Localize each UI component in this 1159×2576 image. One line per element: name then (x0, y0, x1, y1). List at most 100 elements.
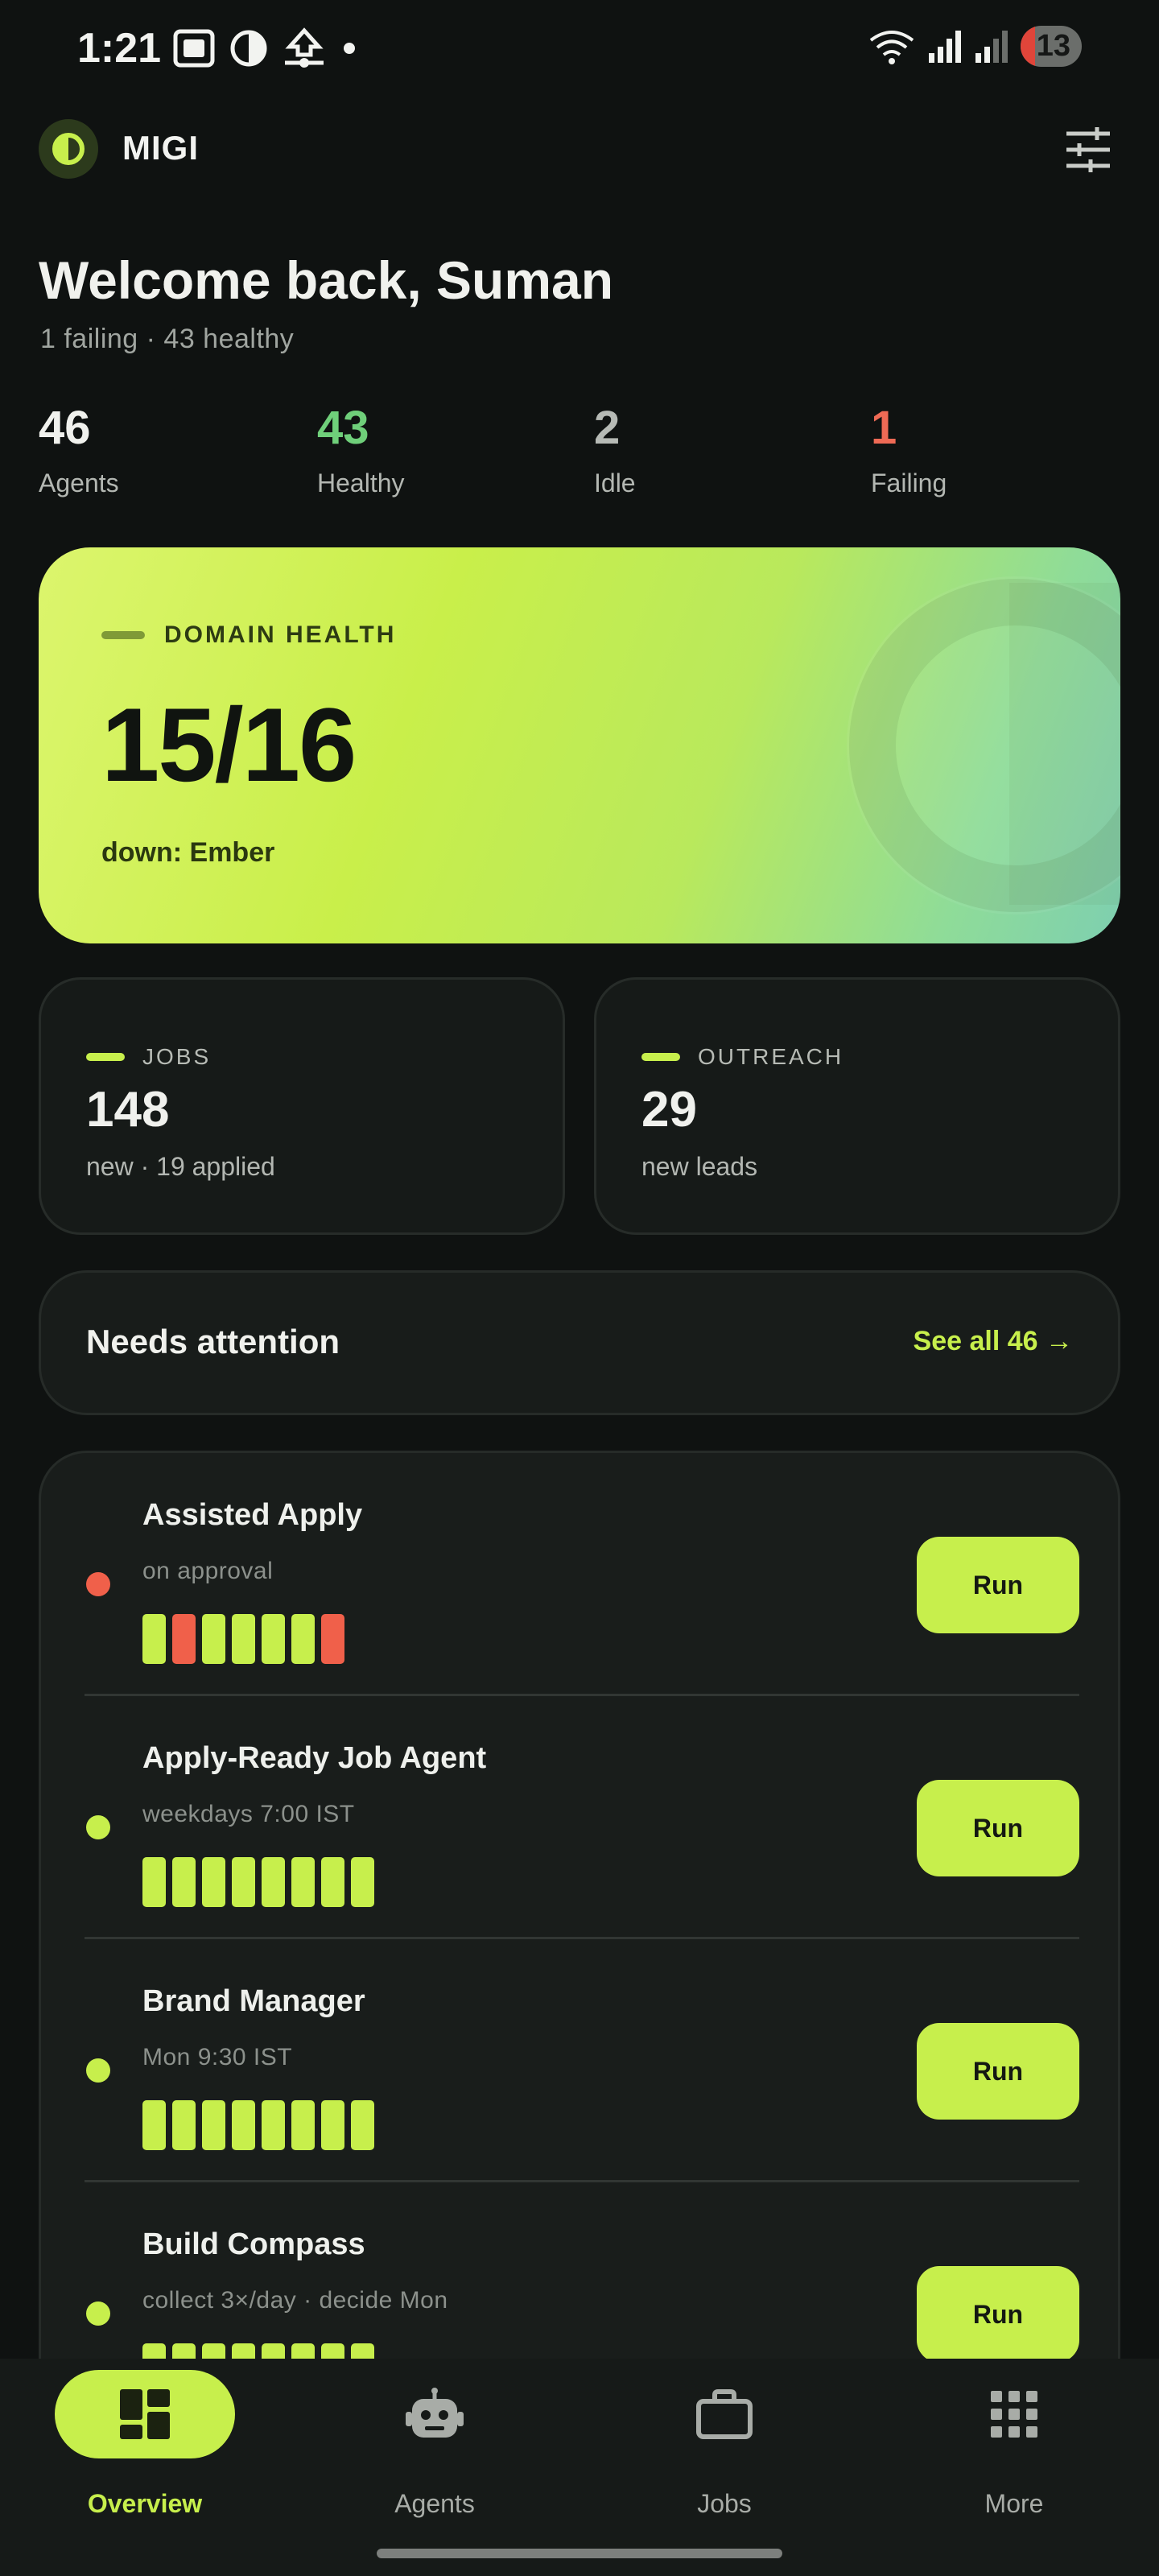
status-time: 1:21 (77, 25, 162, 72)
agent-name: Assisted Apply (142, 1498, 363, 1532)
run-history (142, 2100, 374, 2150)
robot-icon (406, 2388, 464, 2438)
domain-health-label: DOMAIN HEALTH (164, 621, 397, 648)
welcome-title: Welcome back, Suman (39, 250, 614, 310)
run-bar-success (202, 1614, 225, 1664)
run-button[interactable]: Run (917, 1780, 1079, 1876)
run-bar-success (351, 1857, 374, 1907)
stat-label: Agents (39, 468, 119, 497)
status-dot (86, 2301, 110, 2326)
run-bar-success (202, 1857, 225, 1907)
run-bar-success (291, 1614, 315, 1664)
app-name: MIGI (122, 129, 199, 167)
agent-row-brand-manager[interactable]: Brand Manager Mon 9:30 IST Run (41, 1939, 1118, 2182)
agent-row-assisted-apply[interactable]: Assisted Apply on approval Run (41, 1453, 1118, 1696)
grid-icon (991, 2391, 1037, 2438)
sync-icon (285, 27, 324, 68)
run-bar-success (142, 1857, 166, 1907)
contrast-icon (230, 30, 267, 67)
screenshot-icon (173, 29, 215, 68)
run-bar-success (291, 2100, 315, 2150)
agent-name: Apply-Ready Job Agent (142, 1741, 487, 1775)
nav-label: Agents (394, 2489, 475, 2518)
run-bar-success (172, 1857, 196, 1907)
stat-idle[interactable]: 2 Idle (594, 402, 835, 498)
battery-indicator: 13 (1020, 26, 1082, 67)
agent-name: Build Compass (142, 2227, 365, 2261)
run-bar-success (142, 1614, 166, 1664)
nav-overview[interactable]: Overview (0, 2359, 290, 2520)
status-dot (86, 1815, 110, 1839)
stat-agents[interactable]: 46 Agents (39, 402, 280, 498)
stat-value: 46 (39, 402, 91, 454)
run-bar-success (262, 1857, 285, 1907)
nav-pill (344, 2370, 525, 2458)
stat-label: Failing (871, 468, 947, 497)
status-left-icons (172, 27, 359, 69)
needs-attention-bar: Needs attention See all 46 → (39, 1270, 1120, 1415)
sliders-icon (1066, 127, 1110, 172)
nav-label: More (984, 2489, 1044, 2518)
roaming-signal-icon (975, 30, 1008, 63)
signal-icon (928, 30, 961, 63)
dashboard-icon (120, 2389, 170, 2439)
home-indicator[interactable] (377, 2549, 782, 2558)
stat-failing[interactable]: 1 Failing (871, 402, 1112, 498)
battery-level: 13 (1036, 29, 1070, 63)
stat-value: 43 (317, 402, 369, 454)
tag-dash (641, 1053, 680, 1061)
nav-label: Jobs (697, 2489, 752, 2518)
tag-dash (86, 1053, 125, 1061)
run-bar-success (202, 2100, 225, 2150)
run-bar-success (291, 1857, 315, 1907)
outreach-value: 29 (641, 1082, 697, 1137)
status-dot (86, 1572, 110, 1596)
run-button[interactable]: Run (917, 1537, 1079, 1633)
run-bar-success (232, 1614, 255, 1664)
nav-pill (924, 2370, 1104, 2458)
run-bar-success (351, 2100, 374, 2150)
jobs-sub: new · 19 applied (86, 1152, 275, 1181)
see-all-link[interactable]: See all 46 → (914, 1326, 1073, 1357)
run-button[interactable]: Run (917, 2266, 1079, 2363)
wifi-icon (869, 30, 914, 64)
run-bar-success (142, 2100, 166, 2150)
jobs-card[interactable]: JOBS 148 new · 19 applied (39, 977, 565, 1235)
status-right-icons: 13 (868, 26, 1082, 67)
stats-row: 46 Agents 43 Healthy 2 Idle 1 Failing (39, 402, 1120, 507)
briefcase-icon (696, 2389, 753, 2439)
app-logo (39, 119, 98, 179)
nav-jobs[interactable]: Jobs (580, 2359, 869, 2520)
run-button[interactable]: Run (917, 2023, 1079, 2120)
nav-agents[interactable]: Agents (290, 2359, 580, 2520)
jobs-tag: JOBS (86, 1044, 211, 1070)
domain-health-card[interactable]: DOMAIN HEALTH 15/16 down: Ember (39, 547, 1120, 943)
outreach-card[interactable]: OUTREACH 29 new leads (594, 977, 1120, 1235)
agent-schedule: weekdays 7:00 IST (142, 1801, 355, 1827)
agent-row-apply-ready[interactable]: Apply-Ready Job Agent weekdays 7:00 IST … (41, 1696, 1118, 1939)
run-bar-failed (172, 1614, 196, 1664)
nav-label: Overview (87, 2489, 203, 2518)
run-bar-success (262, 1614, 285, 1664)
filter-settings-button[interactable] (1056, 118, 1120, 182)
agent-schedule: Mon 9:30 IST (142, 2044, 293, 2070)
outreach-sub: new leads (641, 1152, 758, 1181)
run-bar-failed (321, 1614, 344, 1664)
nav-more[interactable]: More (869, 2359, 1159, 2520)
dot-icon (344, 43, 355, 54)
needs-attention-title: Needs attention (86, 1323, 340, 1360)
outreach-label: OUTREACH (698, 1044, 844, 1069)
ring-decoration-icon (847, 576, 1120, 914)
run-bar-success (232, 2100, 255, 2150)
status-dot (86, 2058, 110, 2083)
nav-pill (55, 2370, 235, 2458)
agent-list: Assisted Apply on approval Run Apply-Rea… (39, 1451, 1120, 2497)
stat-value: 1 (871, 402, 897, 454)
tag-dash (101, 631, 145, 639)
run-history (142, 1857, 374, 1907)
bottom-navigation: Overview Agents Jobs More (0, 2359, 1159, 2576)
stat-healthy[interactable]: 43 Healthy (317, 402, 559, 498)
run-bar-success (172, 2100, 196, 2150)
agent-name: Brand Manager (142, 1984, 365, 2018)
domain-health-value: 15/16 (101, 686, 357, 803)
